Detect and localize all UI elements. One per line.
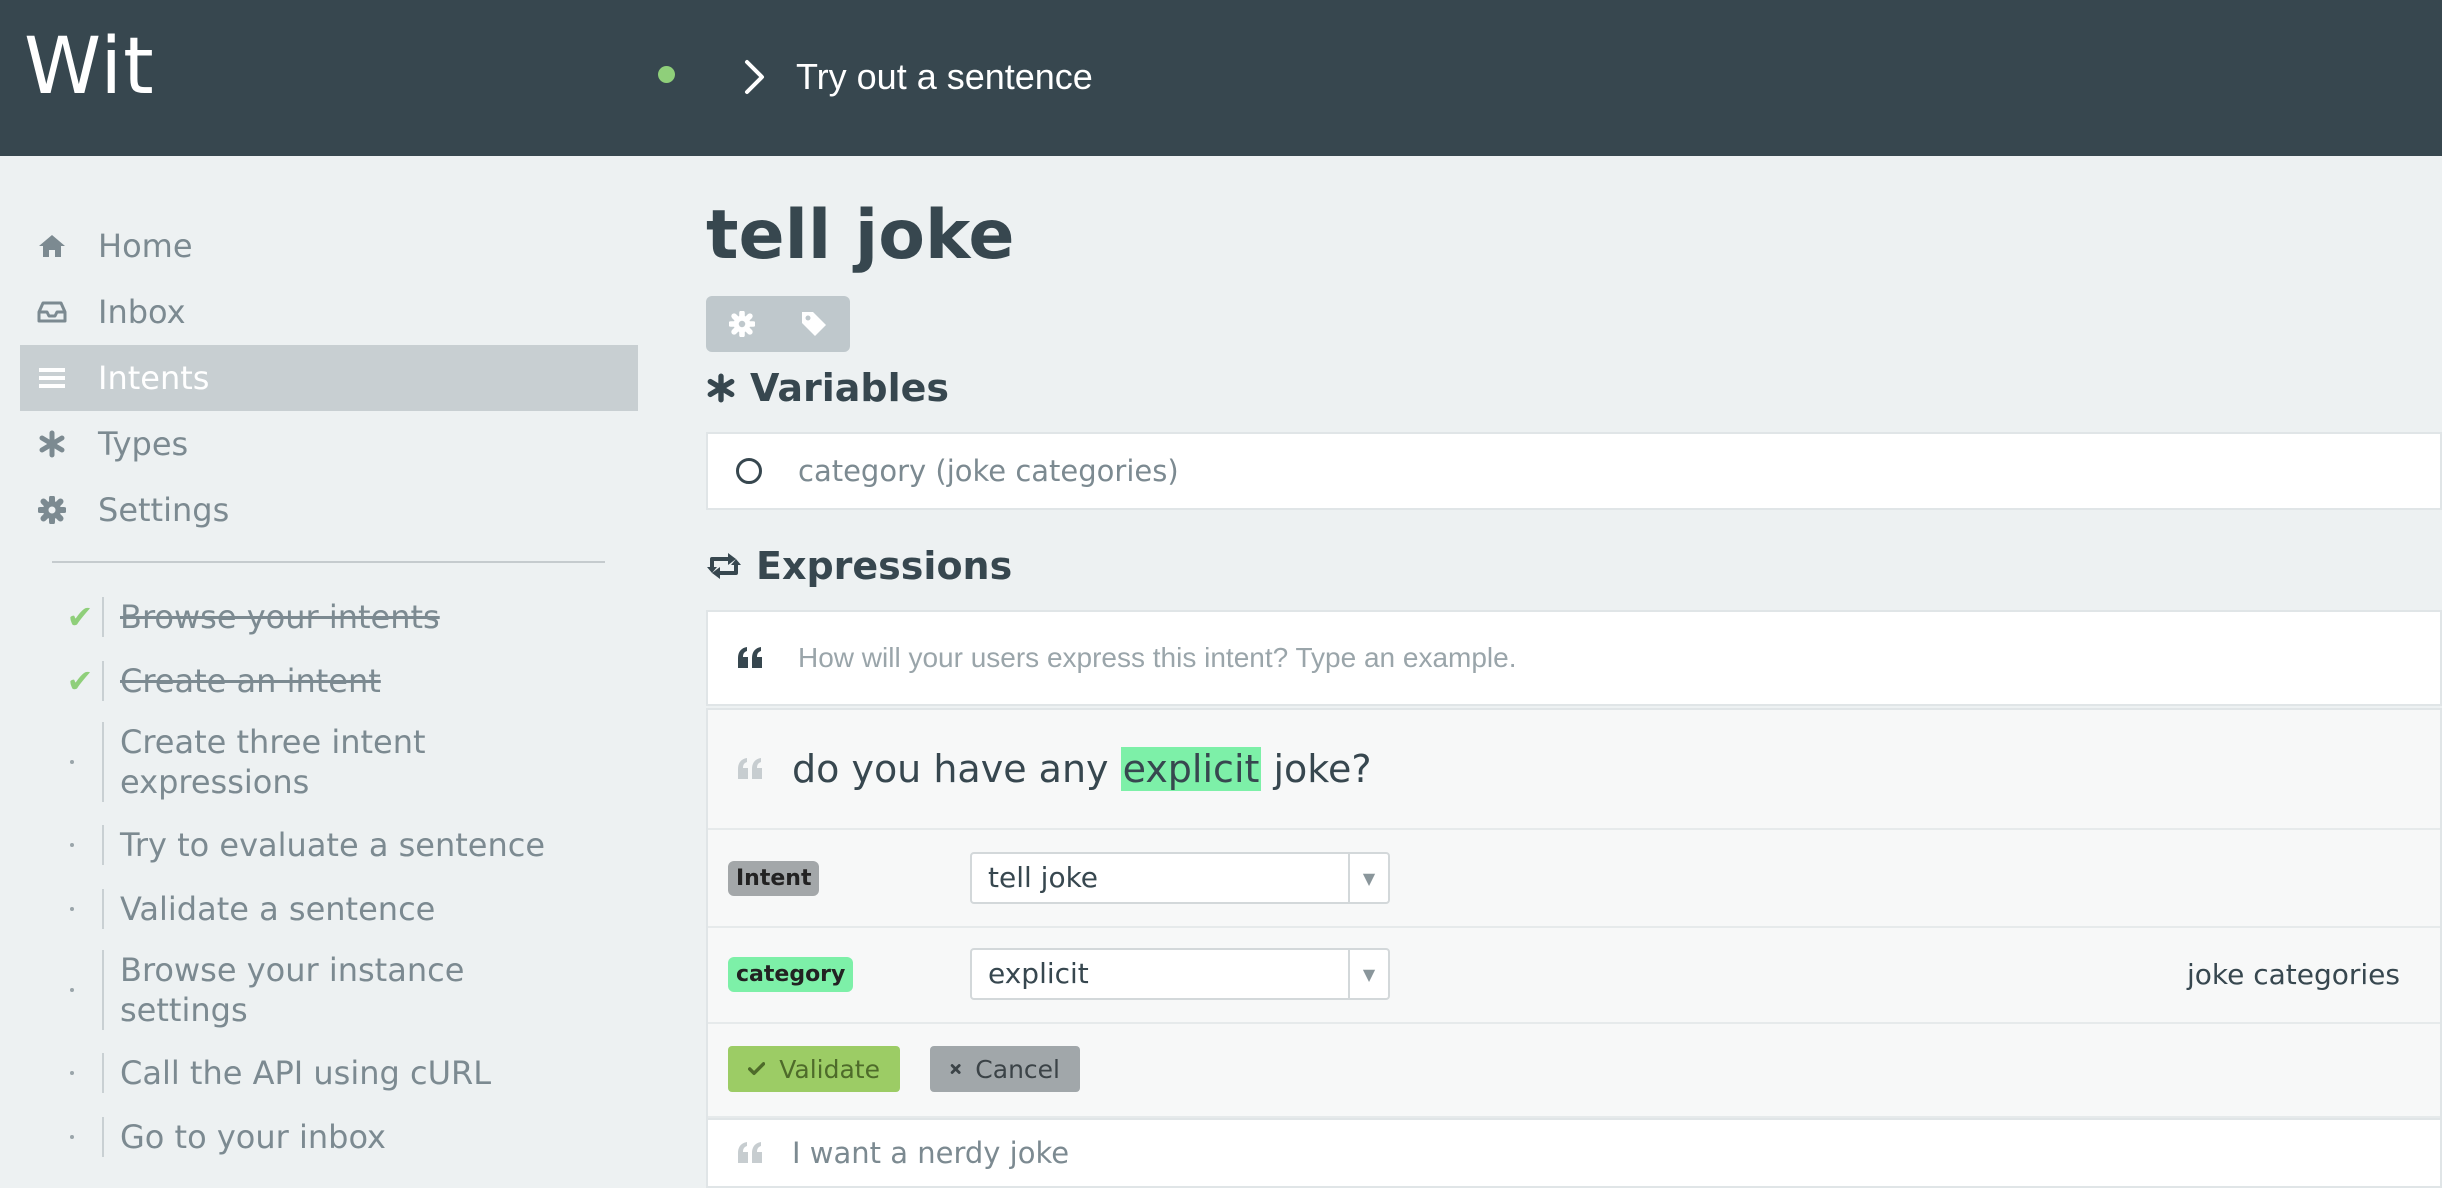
inbox-icon <box>28 300 76 324</box>
expressions-heading-label: Expressions <box>756 544 1013 588</box>
cancel-button[interactable]: Cancel <box>930 1046 1080 1092</box>
validate-button[interactable]: Validate <box>728 1046 900 1092</box>
try-sentence-input[interactable]: Try out a sentence <box>742 52 1093 102</box>
entity-row: category explicit ▼ joke categories <box>708 926 2440 1024</box>
expression-input-row <box>706 610 2442 706</box>
gear-icon <box>28 496 76 524</box>
task-label: Call the API using cURL <box>120 1054 492 1092</box>
task-create-intent[interactable]: ✔ Create an intent <box>0 661 620 701</box>
asterisk-icon <box>28 430 76 458</box>
variable-label: category (joke categories) <box>798 454 1179 488</box>
intent-tag-button[interactable] <box>778 296 850 352</box>
quote-icon <box>736 1141 764 1165</box>
task-validate-sentence[interactable]: Validate a sentence <box>0 889 620 929</box>
intent-select[interactable]: tell joke ▼ <box>970 852 1390 904</box>
variables-heading-label: Variables <box>750 366 949 410</box>
quote-icon <box>736 646 764 670</box>
cancel-label: Cancel <box>975 1054 1060 1084</box>
chevron-down-icon: ▼ <box>1348 854 1388 902</box>
bullet-icon <box>70 1071 74 1075</box>
task-evaluate-sentence[interactable]: Try to evaluate a sentence <box>0 825 620 865</box>
bullet-icon <box>70 907 74 911</box>
status-indicator <box>658 66 675 83</box>
retweet-icon <box>706 551 742 581</box>
bullet-icon <box>70 988 74 992</box>
quote-icon <box>736 757 764 781</box>
intent-select-value: tell joke <box>988 861 1099 894</box>
intent-settings-button[interactable] <box>706 296 778 352</box>
radio-icon[interactable] <box>736 458 762 484</box>
try-sentence-label: Try out a sentence <box>796 56 1093 97</box>
sidebar-item-label: Intents <box>98 359 210 397</box>
entity-select-value: explicit <box>988 957 1089 990</box>
tag-icon <box>802 312 826 336</box>
sidebar-item-types[interactable]: Types <box>20 411 638 477</box>
entity-highlight[interactable]: explicit <box>1120 747 1262 791</box>
page-title: tell joke <box>706 196 1015 275</box>
intent-badge: Intent <box>728 860 820 896</box>
chevron-right-icon <box>745 60 764 94</box>
bullet-icon <box>70 843 74 847</box>
task-label: Browse your instance settings <box>120 951 465 1029</box>
bullet-icon <box>70 1135 74 1139</box>
check-icon: ✔ <box>66 662 94 700</box>
sidebar-item-label: Settings <box>98 491 230 529</box>
close-icon <box>950 1064 961 1074</box>
entity-value-select[interactable]: explicit ▼ <box>970 948 1390 1000</box>
expression-text: I want a nerdy joke <box>792 1136 1070 1170</box>
gear-icon <box>729 311 755 337</box>
sidebar-item-settings[interactable]: Settings <box>20 477 638 543</box>
sidebar-item-label: Types <box>98 425 189 463</box>
sentence-text-before: do you have any <box>792 747 1121 791</box>
task-label: Create an intent <box>120 662 381 700</box>
check-icon: ✔ <box>66 598 94 636</box>
app-logo[interactable]: Wit <box>24 22 155 112</box>
top-bar: Wit Try out a sentence <box>0 0 2442 156</box>
expression-card: do you have any explicit joke? Intent te… <box>706 708 2442 1118</box>
home-icon <box>28 233 76 259</box>
variables-heading: Variables <box>706 366 949 410</box>
task-go-inbox[interactable]: Go to your inbox <box>0 1117 620 1157</box>
sidebar-item-home[interactable]: Home <box>20 213 638 279</box>
task-create-expressions[interactable]: Create three intent expressions <box>0 722 620 802</box>
sidebar-item-intents[interactable]: Intents <box>20 345 638 411</box>
expression-input[interactable] <box>796 641 2300 675</box>
task-label: Validate a sentence <box>120 890 436 928</box>
task-browse-settings[interactable]: Browse your instance settings <box>0 950 620 1030</box>
expression-item[interactable]: I want a nerdy joke <box>706 1118 2442 1188</box>
expression-sentence[interactable]: do you have any explicit joke? <box>708 710 2440 830</box>
task-call-api[interactable]: Call the API using cURL <box>0 1053 620 1093</box>
entity-badge: category <box>728 956 854 992</box>
asterisk-icon <box>706 373 736 403</box>
chevron-down-icon: ▼ <box>1348 950 1388 998</box>
task-label: Create three intent expressions <box>120 723 426 801</box>
check-icon <box>748 1062 766 1076</box>
sidebar-divider <box>52 561 605 563</box>
bullet-icon <box>70 760 74 764</box>
task-label: Try to evaluate a sentence <box>120 826 546 864</box>
intent-actions <box>706 296 850 352</box>
expressions-heading: Expressions <box>706 544 1012 588</box>
validate-label: Validate <box>779 1054 880 1084</box>
sidebar-item-inbox[interactable]: Inbox <box>20 279 638 345</box>
entity-type-label: joke categories <box>2186 957 2400 991</box>
sentence-text-after: joke? <box>1261 747 1372 791</box>
task-label: Go to your inbox <box>120 1118 386 1156</box>
sidebar-item-label: Inbox <box>98 293 186 331</box>
list-icon <box>28 366 76 390</box>
intent-row: Intent tell joke ▼ <box>708 830 2440 928</box>
sidebar-item-label: Home <box>98 227 193 265</box>
expression-actions: Validate Cancel <box>708 1022 2440 1118</box>
task-label: Browse your intents <box>120 598 440 636</box>
variable-row[interactable]: category (joke categories) <box>706 432 2442 510</box>
task-browse-intents[interactable]: ✔ Browse your intents <box>0 597 620 637</box>
